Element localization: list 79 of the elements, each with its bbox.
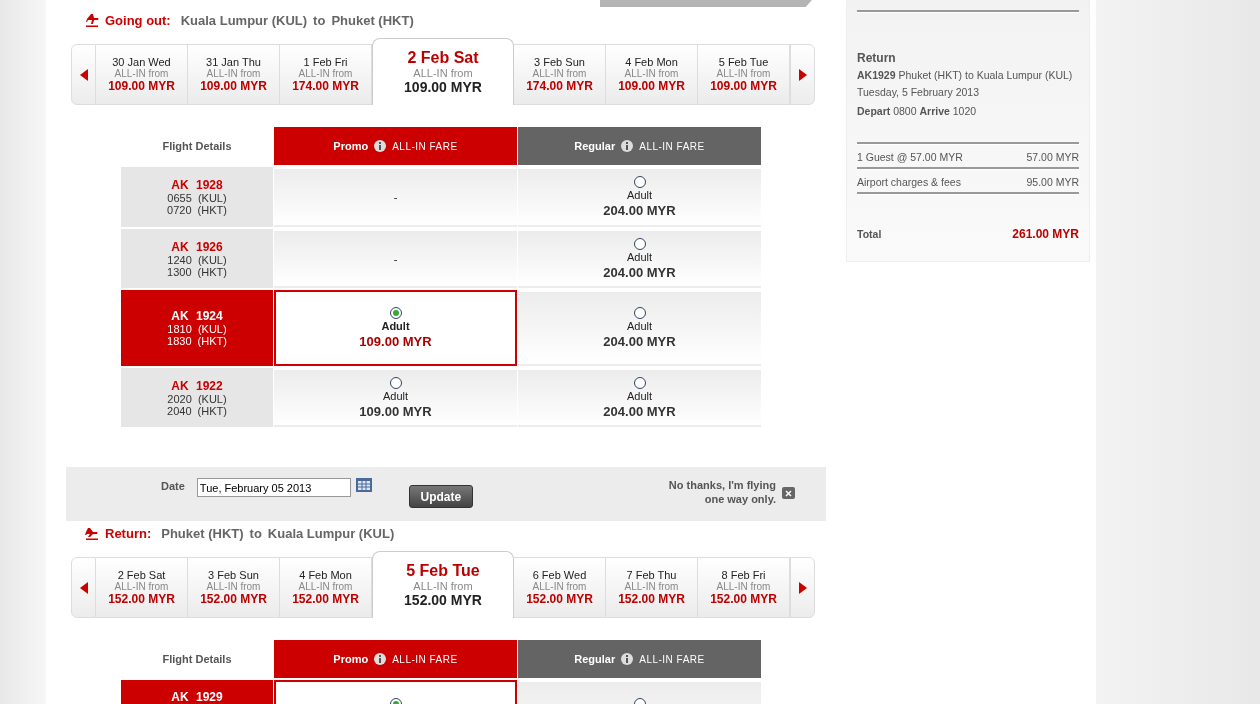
summary-date: Tuesday, 5 February 2013 bbox=[857, 86, 980, 99]
date-field[interactable]: Tue, February 05 2013 bbox=[196, 478, 351, 497]
date-tab[interactable]: 2 Feb Sat ALL-IN from 109.00 MYR bbox=[372, 38, 514, 105]
column-header: Flight Details bbox=[161, 139, 233, 154]
total-label: Total bbox=[857, 228, 882, 240]
fare-price: 204.00 MYR bbox=[603, 403, 676, 419]
fare-price: 109.00 MYR bbox=[359, 403, 432, 419]
date-tab[interactable]: 3 Feb Sun ALL-IN from 152.00 MYR bbox=[188, 557, 280, 618]
date-tab[interactable]: 1 Feb Fri ALL-IN from 174.00 MYR bbox=[280, 44, 372, 105]
summary-heading: Return bbox=[857, 51, 897, 65]
fare-note: ALL-IN FARE bbox=[639, 140, 705, 152]
summary-times: Depart 0800 Arrive 1020 bbox=[857, 105, 978, 118]
passenger-type: Adult bbox=[626, 389, 653, 402]
date-tab[interactable]: 30 Jan Wed ALL-IN from 109.00 MYR bbox=[96, 44, 188, 105]
origin: Kuala Lumpur (KUL) bbox=[180, 12, 308, 28]
fare-name: Regular bbox=[574, 653, 616, 665]
passenger-type: Adult bbox=[626, 320, 653, 332]
charge-amount: 95.00 MYR bbox=[1026, 176, 1079, 188]
fare-name: Regular bbox=[574, 140, 616, 152]
destination: Kuala Lumpur (KUL) bbox=[267, 525, 395, 541]
fare-price: 204.00 MYR bbox=[603, 334, 676, 349]
date-label: Date bbox=[161, 480, 185, 492]
date-tab[interactable]: 8 Feb Fri ALL-IN from 152.00 MYR bbox=[698, 557, 790, 618]
flight-number: AK 1928 bbox=[171, 178, 223, 192]
arrive-time: 0720 (HKT) bbox=[167, 204, 227, 216]
date-tab[interactable]: 5 Feb Tue ALL-IN from 152.00 MYR bbox=[372, 551, 514, 618]
flight-number: AK 1929 bbox=[171, 690, 223, 704]
date-tab[interactable]: 4 Feb Mon ALL-IN from 109.00 MYR bbox=[606, 44, 698, 105]
fare-price: 109.00 MYR bbox=[359, 334, 432, 349]
column-header: Flight Details bbox=[161, 652, 233, 667]
date-tab[interactable]: 5 Feb Tue ALL-IN from 109.00 MYR bbox=[698, 44, 790, 105]
passenger-type: Adult bbox=[626, 189, 653, 201]
route-joiner: to bbox=[313, 12, 326, 28]
arrive-time: 2040 (HKT) bbox=[167, 404, 227, 417]
one-way-link[interactable]: No thanks, I'm flying one way only. bbox=[660, 478, 776, 506]
update-button[interactable]: Update bbox=[408, 485, 473, 508]
leg-label: Return: bbox=[105, 525, 152, 541]
passenger-type: Adult bbox=[626, 250, 653, 263]
destination: Phuket (HKT) bbox=[331, 12, 414, 28]
fare-cell[interactable]: Adult 109.00 MYR bbox=[274, 368, 517, 427]
depart-time: 1810 (KUL) bbox=[167, 323, 227, 335]
fare-note: ALL-IN FARE bbox=[392, 653, 458, 665]
passenger-type: Adult bbox=[382, 389, 409, 402]
charge-label: Airport charges & fees bbox=[857, 176, 961, 188]
fare-price: 204.00 MYR bbox=[603, 203, 676, 218]
fare-cell[interactable]: Adult 109.00 MYR bbox=[274, 290, 517, 366]
depart-time: 2020 (KUL) bbox=[167, 392, 227, 405]
fare-cell[interactable]: Adult 204.00 MYR bbox=[518, 290, 761, 366]
passenger-type: Adult bbox=[381, 320, 410, 332]
summary-route: AK1929 Phuket (HKT) to Kuala Lumpur (KUL) bbox=[857, 69, 1074, 82]
no-fare: - bbox=[393, 191, 398, 203]
fare-note: ALL-IN FARE bbox=[392, 140, 458, 152]
total-amount: 261.00 MYR bbox=[1012, 227, 1079, 241]
depart-time: 1240 (KUL) bbox=[167, 253, 227, 266]
fare-cell[interactable]: Adult 204.00 MYR bbox=[518, 167, 761, 227]
date-tab[interactable]: 7 Feb Thu ALL-IN from 152.00 MYR bbox=[606, 557, 698, 618]
fare-note: ALL-IN FARE bbox=[639, 653, 705, 665]
date-tab[interactable]: 6 Feb Wed ALL-IN from 152.00 MYR bbox=[514, 557, 606, 618]
route-joiner: to bbox=[249, 525, 262, 541]
charge-amount: 57.00 MYR bbox=[1026, 151, 1079, 163]
arrive-time: 1830 (HKT) bbox=[167, 335, 227, 347]
leg-label: Going out: bbox=[105, 12, 171, 28]
fare-cell[interactable]: Adult 204.00 MYR bbox=[518, 229, 761, 288]
depart-time: 0655 (KUL) bbox=[167, 192, 227, 204]
arrive-time: 1300 (HKT) bbox=[167, 265, 227, 278]
date-tab[interactable]: 3 Feb Sun ALL-IN from 174.00 MYR bbox=[514, 44, 606, 105]
no-fare: - bbox=[393, 252, 398, 265]
date-tab[interactable]: 4 Feb Mon ALL-IN from 152.00 MYR bbox=[280, 557, 372, 618]
origin: Phuket (HKT) bbox=[161, 525, 244, 541]
fare-price: 204.00 MYR bbox=[603, 264, 676, 280]
flight-number: AK 1926 bbox=[171, 239, 223, 254]
flight-number: AK 1924 bbox=[171, 309, 223, 323]
flight-number: AK 1922 bbox=[171, 378, 223, 393]
fare-name: Promo bbox=[333, 653, 369, 665]
date-tab[interactable]: 31 Jan Thu ALL-IN from 109.00 MYR bbox=[188, 44, 280, 105]
fare-name: Promo bbox=[333, 140, 369, 152]
fare-cell[interactable]: Adult 204.00 MYR bbox=[518, 368, 761, 427]
charge-label: 1 Guest @ 57.00 MYR bbox=[857, 151, 963, 163]
date-tab[interactable]: 2 Feb Sat ALL-IN from 152.00 MYR bbox=[96, 557, 188, 618]
